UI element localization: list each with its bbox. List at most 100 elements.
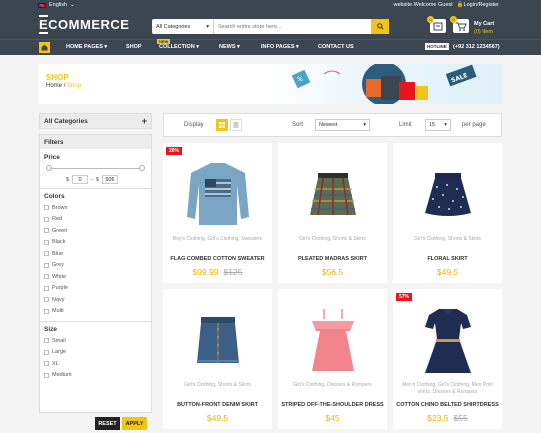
color-option[interactable]: Navy [40, 294, 151, 306]
product-card[interactable]: 57% Men's Clothing, Girl's Clothing, Men… [393, 289, 502, 429]
home-icon [41, 44, 48, 51]
checkbox[interactable] [44, 372, 49, 378]
header: ECOMMERCE All Categories ▾ 0 0 My Cart (0… [0, 11, 541, 39]
color-option[interactable]: White [40, 271, 151, 283]
product-name[interactable]: PLEATED MADRAS SKIRT [278, 256, 387, 262]
checkbox[interactable] [44, 361, 49, 367]
discount-badge: 20% [166, 147, 183, 155]
limit-select[interactable]: 15 ▾ [425, 119, 451, 131]
list-view-button[interactable] [230, 119, 242, 131]
color-option[interactable]: Grey [40, 260, 151, 272]
size-option[interactable]: Small [40, 335, 151, 347]
color-option[interactable]: Blue [40, 248, 151, 260]
grid-view-button[interactable] [216, 119, 228, 131]
nav-collection[interactable]: NEW COLLECTION ▾ [157, 39, 200, 50]
apply-button[interactable]: APPLY [122, 417, 147, 430]
checkbox[interactable] [44, 262, 49, 268]
caret-down-icon: ▾ [104, 44, 108, 50]
slider-max-handle[interactable] [139, 165, 145, 171]
current-price: $49.5 [206, 413, 229, 423]
product-card[interactable]: Girl's Clothing, Shorts & Skirts BUTTON-… [163, 289, 272, 429]
price-max-input[interactable]: 506 [101, 175, 118, 184]
product-card[interactable]: Girl's Clothing, Shorts & Skirts FLORAL … [393, 143, 502, 283]
cart-info[interactable]: My Cart (0) Item [474, 20, 494, 36]
logo[interactable]: ECOMMERCE [39, 15, 130, 34]
nav-shop[interactable]: SHOP [126, 44, 142, 50]
plus-icon[interactable]: + [142, 116, 147, 126]
option-label: Navy [52, 296, 65, 303]
product-category: Men's Clothing, Girl's Clothing, Men Pol… [402, 382, 493, 395]
product-name[interactable]: FLAG COMBED COTTON SWEATER [163, 256, 272, 262]
product-name[interactable]: BUTTON-FRONT DENIM SKIRT [163, 402, 272, 408]
currency-symbol: $ [66, 176, 70, 183]
product-name[interactable]: FLORAL SKIRT [393, 256, 502, 262]
nav-news[interactable]: NEWS ▾ [219, 44, 240, 50]
current-price: $99.99 [192, 267, 219, 277]
nav-home-pages[interactable]: HOME PAGES ▾ [66, 44, 107, 50]
color-option[interactable]: Brown [40, 202, 151, 214]
color-option[interactable]: Purple [40, 283, 151, 295]
search-button[interactable] [371, 19, 389, 34]
product-card[interactable]: Girl's Clothing, Dresses & Rompers STRIP… [278, 289, 387, 429]
search-input[interactable] [214, 19, 371, 34]
color-option[interactable]: Green [40, 225, 151, 237]
denim-skirt-icon [197, 317, 239, 363]
checkbox[interactable] [44, 274, 49, 280]
product-price: $99.99 $125 [163, 267, 272, 277]
slider-min-handle[interactable] [46, 165, 52, 171]
login-link[interactable]: 🔒Login/Register [457, 2, 499, 8]
limit-label: Limit [399, 122, 412, 128]
phone-number[interactable]: (+92 312 1234567) [453, 44, 500, 50]
checkbox[interactable] [44, 338, 49, 344]
price-min-input[interactable]: 0 [72, 175, 89, 184]
color-option[interactable]: Black [40, 237, 151, 249]
currency-symbol: $ [95, 176, 99, 183]
product-name[interactable]: STRIPED OFF-THE-SHOULDER DRESS [278, 402, 387, 408]
size-option[interactable]: XL [40, 358, 151, 370]
chevron-down-icon: ▾ [363, 122, 366, 128]
checkbox[interactable] [44, 228, 49, 234]
nav-label: SHOP [126, 44, 142, 50]
compare-button[interactable]: 0 [427, 16, 446, 33]
reset-button[interactable]: RESET [95, 417, 120, 430]
sidebar: All Categories + Filters Price $ 0 - $ 50… [39, 113, 152, 430]
checkbox[interactable] [44, 239, 49, 245]
uk-flag-icon [38, 2, 46, 8]
product-price: $49.5 [393, 267, 502, 277]
checkbox[interactable] [44, 205, 49, 211]
checkbox[interactable] [44, 349, 49, 355]
checkbox[interactable] [44, 297, 49, 303]
search-icon [376, 23, 384, 30]
checkbox[interactable] [44, 285, 49, 291]
product-card[interactable]: 20% Boy's Clothing, Girl's Clothing, Swe… [163, 143, 272, 283]
checkbox[interactable] [44, 251, 49, 257]
plaid-skirt-icon [310, 173, 356, 216]
product-name[interactable]: COTTON CHINO BELTED SHIRTDRESS [393, 402, 502, 408]
caret-down-icon: ▾ [196, 44, 200, 50]
logo-text: COMMERCE [48, 17, 130, 32]
nav-contact-us[interactable]: CONTACT US [318, 44, 354, 50]
sort-select[interactable]: Newest ▾ [315, 119, 370, 131]
breadcrumb-current: Shop [67, 83, 82, 89]
home-button[interactable] [39, 42, 50, 53]
caret-down-icon: ▾ [296, 44, 299, 50]
cart-label: My Cart [474, 21, 495, 27]
size-option[interactable]: Large [40, 347, 151, 359]
color-option[interactable]: Red [40, 214, 151, 226]
language-selector[interactable]: English ⌄ [38, 2, 75, 8]
nav-label: CONTACT US [318, 44, 354, 50]
checkbox[interactable] [44, 216, 49, 222]
product-card[interactable]: Girl's Clothing, Shorts & Skirts PLEATED… [278, 143, 387, 283]
cart-button[interactable]: 0 [450, 16, 469, 33]
all-categories-box[interactable]: All Categories + [39, 113, 152, 129]
option-label: Green [52, 227, 68, 234]
option-label: Multi [52, 308, 64, 315]
nav-info-pages[interactable]: INFO PAGES ▾ [261, 44, 299, 50]
size-option[interactable]: Medium [40, 370, 151, 382]
breadcrumb-home[interactable]: Home [46, 83, 62, 89]
sort-value: Newest [319, 122, 338, 128]
price-slider[interactable] [46, 165, 145, 171]
color-option[interactable]: Multi [40, 306, 151, 318]
checkbox[interactable] [44, 308, 49, 314]
category-select[interactable]: All Categories ▾ [152, 19, 214, 34]
